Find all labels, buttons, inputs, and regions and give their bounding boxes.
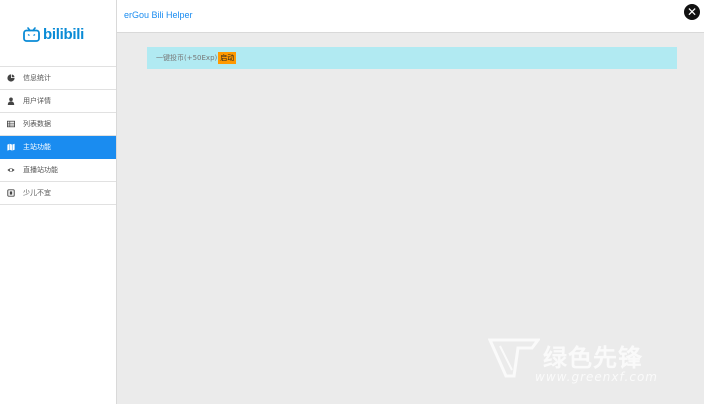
user-icon (7, 97, 15, 105)
sidebar: bilibili 信息统计 用户详情 列表数据 主站功能 直播站功能 少儿不宜 (0, 0, 117, 404)
eye-icon (7, 168, 15, 172)
sidebar-item-not-for-kids[interactable]: 少儿不宜 (0, 182, 116, 205)
sidebar-item-label: 列表数据 (23, 120, 51, 128)
header-bar: erGou Bili Helper (117, 0, 704, 33)
coin-notice-text: 一键投币(+50Exp) (156, 54, 218, 62)
watermark-url: www.greenxf.com (535, 370, 658, 384)
sidebar-menu: 信息统计 用户详情 列表数据 主站功能 直播站功能 少儿不宜 (0, 66, 116, 205)
logo-text: bilibili (43, 25, 84, 43)
sidebar-item-info-stats[interactable]: 信息统计 (0, 67, 116, 90)
bilibili-logo: bilibili (23, 22, 87, 46)
app-title: erGou Bili Helper (124, 10, 193, 20)
start-button[interactable]: 启动 (218, 52, 237, 64)
pie-chart-icon (7, 74, 15, 82)
map-icon (7, 143, 15, 151)
sidebar-item-live-site[interactable]: 直播站功能 (0, 159, 116, 182)
coin-notice-bar: 一键投币(+50Exp) 启动 (147, 47, 677, 69)
close-button[interactable]: ✕ (682, 2, 702, 22)
sidebar-item-main-site[interactable]: 主站功能 (0, 136, 116, 159)
tv-icon (23, 26, 40, 42)
warning-icon (7, 189, 15, 197)
sidebar-item-label: 信息统计 (23, 74, 51, 82)
watermark-text: 绿色先锋 (543, 344, 643, 372)
sidebar-item-label: 主站功能 (23, 143, 51, 151)
sidebar-item-label: 少儿不宜 (23, 189, 51, 197)
watermark: 绿色先锋 www.greenxf.com (488, 330, 693, 390)
sidebar-item-list-data[interactable]: 列表数据 (0, 113, 116, 136)
sidebar-item-user-details[interactable]: 用户详情 (0, 90, 116, 113)
table-icon (7, 120, 15, 128)
sidebar-item-label: 用户详情 (23, 97, 51, 105)
close-icon: ✕ (686, 5, 698, 19)
sidebar-item-label: 直播站功能 (23, 166, 58, 174)
watermark-logo-icon (488, 338, 540, 378)
